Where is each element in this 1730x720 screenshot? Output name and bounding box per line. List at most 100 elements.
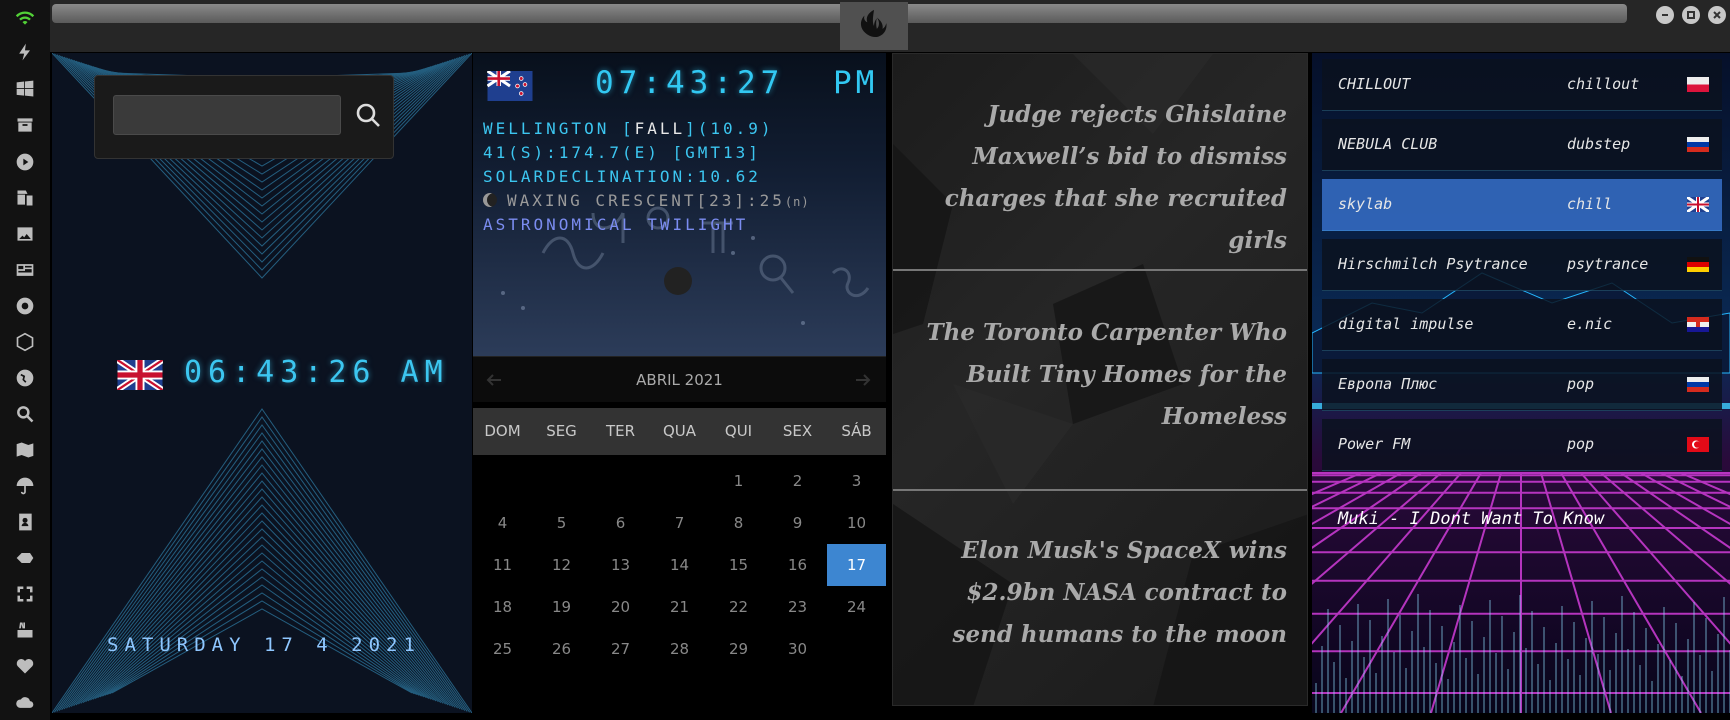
weekday-label: QUA — [662, 422, 697, 440]
calendar-day[interactable]: 1 — [709, 460, 768, 502]
station-name: Power FM — [1338, 435, 1411, 453]
window-controls — [1656, 6, 1726, 24]
minimize-button[interactable] — [1656, 6, 1674, 24]
calendar-day[interactable]: 28 — [650, 628, 709, 670]
news-divider — [893, 489, 1307, 491]
translate-icon[interactable] — [13, 186, 37, 210]
calendar-day[interactable]: 25 — [473, 628, 532, 670]
archive-icon[interactable] — [13, 113, 37, 137]
search-input[interactable] — [113, 95, 341, 135]
calendar-day[interactable]: 3 — [827, 460, 886, 502]
tr-flag-icon — [1687, 437, 1709, 452]
hr-flag-icon — [1687, 317, 1709, 332]
contacts-icon[interactable] — [13, 510, 37, 534]
youtube-icon[interactable] — [13, 618, 37, 642]
news-headline[interactable]: The Toronto Carpenter Who Built Tiny Hom… — [907, 312, 1288, 438]
globe-icon[interactable] — [13, 366, 37, 390]
calendar-day[interactable]: 24 — [827, 586, 886, 628]
search-button[interactable] — [353, 100, 383, 130]
calendar-week: 11 12 13 14 15 16 17 — [473, 544, 886, 586]
calendar-day[interactable]: 2 — [768, 460, 827, 502]
calendar-title: ABRIL 2021 — [636, 371, 723, 389]
search-box — [94, 75, 394, 159]
calendar-day — [532, 460, 591, 502]
rebel-logo[interactable] — [840, 2, 908, 50]
calendar-weekdays: DOM SEG TER QUA QUI SEX SÁB — [473, 408, 886, 455]
close-button[interactable] — [1708, 6, 1726, 24]
station-item-active[interactable]: skylab chill — [1322, 179, 1722, 231]
hexagon-icon[interactable] — [13, 330, 37, 354]
calendar-day[interactable]: 8 — [709, 502, 768, 544]
news-headline[interactable]: Judge rejects Ghislaine Maxwell’s bid to… — [907, 94, 1287, 262]
news-headline[interactable]: Elon Musk's SpaceX wins $2.9bn NASA cont… — [907, 530, 1287, 656]
station-item[interactable]: Европа Плюс pop — [1322, 359, 1722, 411]
heart-icon[interactable] — [13, 654, 37, 678]
calendar-day[interactable]: 16 — [768, 544, 827, 586]
radio-icon[interactable] — [13, 294, 37, 318]
maximize-button[interactable] — [1682, 6, 1700, 24]
moon-phase: WAXING CRESCENT[23]:25(n) — [507, 191, 810, 210]
calendar-day[interactable]: 23 — [768, 586, 827, 628]
calendar-day[interactable]: 26 — [532, 628, 591, 670]
calendar-week: 18 19 20 21 22 23 24 — [473, 586, 886, 628]
news-icon[interactable] — [13, 258, 37, 282]
station-item[interactable]: digital impulse e.nic — [1322, 299, 1722, 351]
calendar-day[interactable]: 22 — [709, 586, 768, 628]
calendar-day[interactable]: 9 — [768, 502, 827, 544]
windows-icon[interactable] — [13, 77, 37, 101]
sidebar — [0, 0, 50, 720]
uk-flag-icon — [117, 360, 163, 390]
station-item[interactable]: NEBULA CLUB dubstep — [1322, 119, 1722, 171]
calendar-day[interactable]: 7 — [650, 502, 709, 544]
calendar-day[interactable]: 20 — [591, 586, 650, 628]
image-icon[interactable] — [13, 222, 37, 246]
calendar-day[interactable]: 5 — [532, 502, 591, 544]
season: FALL — [634, 119, 686, 138]
calendar-day[interactable]: 18 — [473, 586, 532, 628]
ticket-icon[interactable] — [13, 546, 37, 570]
station-name: Hirschmilch Psytrance — [1338, 255, 1528, 273]
city-prefix: WELLINGTON [ — [483, 119, 635, 138]
calendar-day[interactable]: 21 — [650, 586, 709, 628]
play-icon[interactable] — [13, 150, 37, 174]
calendar-week: 25 26 27 28 29 30 — [473, 628, 886, 670]
calendar-day[interactable]: 6 — [591, 502, 650, 544]
nz-flag-icon — [487, 71, 533, 101]
city-suffix: ](10.9) — [685, 119, 774, 138]
calendar-day[interactable]: 27 — [591, 628, 650, 670]
calendar-week: 123 — [473, 460, 886, 502]
calendar-day[interactable]: 29 — [709, 628, 768, 670]
fullscreen-icon[interactable] — [13, 582, 37, 606]
rebel-alliance-icon — [860, 9, 887, 38]
calendar-day[interactable]: 12 — [532, 544, 591, 586]
arrow-right-icon — [856, 374, 871, 386]
calendar-week: 4 5 6 7 8 9 10 — [473, 502, 886, 544]
station-item[interactable]: Power FM pop — [1322, 419, 1722, 471]
calendar-day[interactable]: 10 — [827, 502, 886, 544]
map-icon[interactable] — [13, 438, 37, 462]
calendar-day — [650, 460, 709, 502]
calendar-day[interactable]: 4 — [473, 502, 532, 544]
station-item[interactable]: Hirschmilch Psytrance psytrance — [1322, 239, 1722, 291]
next-month-button[interactable] — [852, 369, 874, 391]
calendar-day[interactable]: 14 — [650, 544, 709, 586]
weekday-label: SÁB — [841, 422, 872, 440]
moon-phase-suffix: (n) — [784, 195, 810, 209]
clock-panel: 06:43:26 AM SATURDAY 17 4 2021 — [52, 53, 472, 713]
calendar-day[interactable]: 30 — [768, 628, 827, 670]
calendar-day[interactable]: 15 — [709, 544, 768, 586]
cloud-icon[interactable] — [13, 690, 37, 714]
calendar-day[interactable]: 11 — [473, 544, 532, 586]
flash-icon[interactable] — [13, 40, 37, 64]
weekday-label: SEX — [782, 422, 813, 440]
calendar-day[interactable]: 13 — [591, 544, 650, 586]
pl-flag-icon — [1687, 77, 1709, 92]
calendar-day-today[interactable]: 17 — [827, 544, 886, 586]
umbrella-icon[interactable] — [13, 474, 37, 498]
search-icon[interactable] — [13, 402, 37, 426]
station-item[interactable]: CHILLOUT chillout — [1322, 59, 1722, 111]
calendar-day[interactable]: 19 — [532, 586, 591, 628]
now-playing: Muki - I Dont Want To Know — [1338, 509, 1605, 529]
station-name: digital impulse — [1338, 315, 1474, 333]
wifi-icon[interactable] — [13, 6, 37, 30]
